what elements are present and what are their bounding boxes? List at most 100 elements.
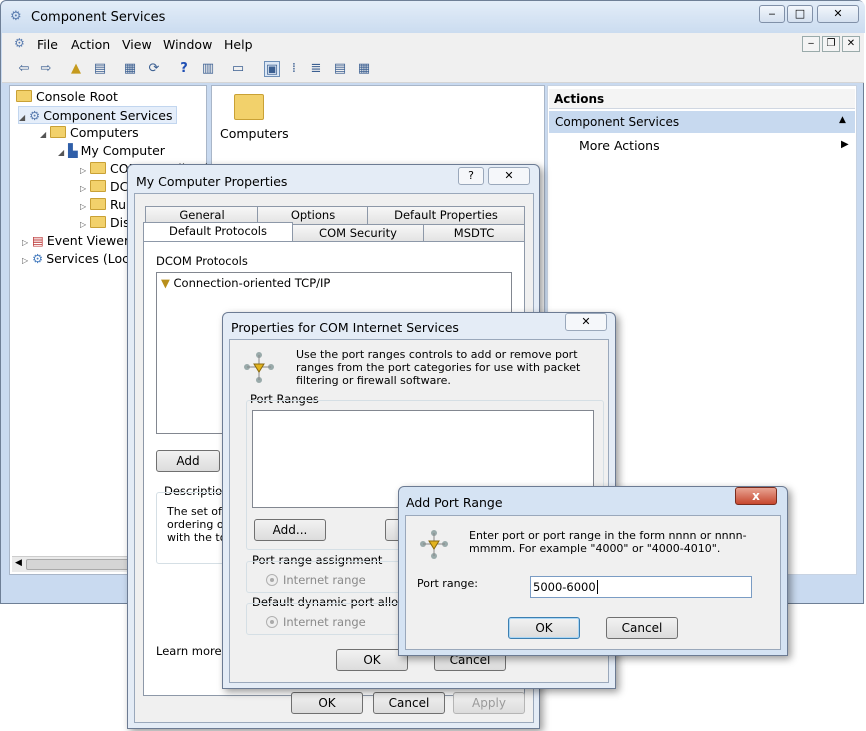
menu-file[interactable]: File bbox=[37, 37, 58, 52]
tab-msdtc[interactable]: MSDTC bbox=[423, 224, 525, 242]
cancel-button[interactable]: Cancel bbox=[373, 692, 445, 714]
network-icon: ▼ bbox=[161, 276, 170, 290]
gear-icon: ⚙ bbox=[32, 251, 44, 266]
grid-view-icon[interactable]: ▦ bbox=[356, 61, 372, 77]
tab-com-security[interactable]: COM Security bbox=[292, 224, 424, 242]
tree-label: My Computer bbox=[80, 143, 165, 158]
protocol-label: Connection-oriented TCP/IP bbox=[173, 276, 331, 290]
expanded-arrow-icon: ◢ bbox=[40, 130, 47, 139]
actions-selected-label: Component Services bbox=[555, 115, 680, 129]
text-cursor bbox=[596, 580, 598, 594]
actions-component-services[interactable]: Component Services ▲ bbox=[549, 111, 855, 133]
new-window-icon[interactable]: ▭ bbox=[230, 61, 246, 77]
dialog-title: My Computer Properties bbox=[136, 174, 288, 189]
properties-icon[interactable]: ▦ bbox=[122, 61, 138, 77]
action-pane-icon[interactable]: ▥ bbox=[200, 61, 216, 77]
radio-icon bbox=[266, 616, 278, 628]
close-button[interactable]: x bbox=[735, 487, 777, 505]
collapsed-arrow-icon: ▷ bbox=[22, 256, 29, 265]
help-icon[interactable]: ? bbox=[176, 61, 192, 77]
port-range-input[interactable]: 5000-6000 bbox=[530, 576, 752, 598]
tree-item-running[interactable]: ▷ Ru bbox=[80, 196, 126, 214]
dcom-protocols-label: DCOM Protocols bbox=[156, 254, 248, 268]
submenu-arrow-icon: ▶ bbox=[841, 139, 849, 150]
window-title: Component Services bbox=[31, 10, 166, 25]
help-button[interactable]: ? bbox=[458, 167, 484, 185]
event-viewer-icon: ▤ bbox=[32, 233, 44, 248]
tree-item-distributed[interactable]: ▷ Dis bbox=[80, 214, 130, 232]
maximize-button[interactable]: □ bbox=[787, 5, 813, 23]
dialog-title: Properties for COM Internet Services bbox=[231, 320, 459, 335]
refresh-icon[interactable]: ⟳ bbox=[146, 61, 162, 77]
folder-icon bbox=[90, 216, 106, 228]
menu-action[interactable]: Action bbox=[71, 37, 110, 52]
close-button[interactable]: ✕ bbox=[565, 313, 607, 331]
show-tree-icon[interactable]: ▤ bbox=[92, 61, 108, 77]
mdi-restore-button[interactable]: ❐ bbox=[822, 36, 840, 52]
instructions-text: Enter port or port range in the form nnn… bbox=[469, 529, 747, 555]
tab-default-protocols[interactable]: Default Protocols bbox=[143, 222, 293, 242]
menu-window[interactable]: Window bbox=[163, 37, 212, 52]
dialog-title: Add Port Range bbox=[406, 495, 503, 510]
ok-button[interactable]: OK bbox=[291, 692, 363, 714]
detail-view-icon[interactable]: ▤ bbox=[332, 61, 348, 77]
computers-folder-icon[interactable] bbox=[234, 94, 264, 120]
back-icon[interactable]: ⇦ bbox=[16, 61, 32, 77]
title-bar: ⚙ Component Services ‒ □ ✕ bbox=[1, 1, 865, 33]
tree-item-console-root[interactable]: Console Root bbox=[16, 88, 118, 106]
mdi-minimize-button[interactable]: ‒ bbox=[802, 36, 820, 52]
tree-item-services[interactable]: ▷ ⚙ Services (Loca bbox=[22, 250, 137, 268]
dynamic-radio[interactable]: Internet range bbox=[266, 615, 366, 629]
scroll-left-icon[interactable]: ◀ bbox=[15, 558, 22, 568]
expanded-arrow-icon: ◢ bbox=[58, 148, 65, 157]
tree-label: DC bbox=[110, 179, 129, 194]
actions-header: Actions bbox=[549, 89, 855, 109]
close-button[interactable]: ✕ bbox=[817, 5, 859, 23]
folder-icon bbox=[90, 180, 106, 192]
dialog-body: Enter port or port range in the form nnn… bbox=[405, 515, 781, 650]
large-icons-icon[interactable]: ▣ bbox=[264, 61, 280, 77]
cancel-button[interactable]: Cancel bbox=[606, 617, 678, 639]
assignment-radio[interactable]: Internet range bbox=[266, 573, 366, 587]
minimize-button[interactable]: ‒ bbox=[759, 5, 785, 23]
folder-icon bbox=[90, 162, 106, 174]
mdi-close-button[interactable]: ✕ bbox=[842, 36, 860, 52]
tree-item-dcom[interactable]: ▷ DC bbox=[80, 178, 128, 196]
folder-icon bbox=[16, 90, 32, 102]
list-view-icon[interactable]: ≣ bbox=[308, 61, 324, 77]
close-button[interactable]: ✕ bbox=[488, 167, 530, 185]
tab-default-properties[interactable]: Default Properties bbox=[367, 206, 525, 224]
small-icons-icon[interactable]: ⁞ bbox=[286, 61, 302, 77]
menu-bar: ⚙ File Action View Window Help ‒ ❐ ✕ bbox=[2, 33, 864, 55]
ok-button[interactable]: OK bbox=[508, 617, 580, 639]
toolbar: ⇦ ⇨ ▲ ▤ ▦ ⟳ ? ▥ ▭ ▣ ⁞ ≣ ▤ ▦ bbox=[2, 55, 864, 83]
computer-icon: ▙ bbox=[68, 143, 78, 158]
protocol-item[interactable]: ▼ Connection-oriented TCP/IP bbox=[161, 276, 330, 290]
folder-icon bbox=[90, 198, 106, 210]
computers-item-label[interactable]: Computers bbox=[220, 126, 289, 141]
tree-label: Services (Loca bbox=[46, 251, 137, 266]
apply-button[interactable]: Apply bbox=[453, 692, 525, 714]
component-services-icon: ⚙ bbox=[29, 108, 41, 123]
expanded-arrow-icon: ◢ bbox=[19, 113, 26, 122]
add-protocol-button[interactable]: Add bbox=[156, 450, 220, 472]
more-actions-item[interactable]: More Actions ▶ bbox=[579, 138, 849, 153]
collapse-arrow-icon[interactable]: ▲ bbox=[839, 115, 846, 125]
menu-help[interactable]: Help bbox=[224, 37, 253, 52]
tree-item-component-services[interactable]: ◢ ⚙ Component Services bbox=[18, 106, 178, 124]
tree-label: Computers bbox=[70, 125, 139, 140]
tree-item-event-viewer[interactable]: ▷ ▤ Event Viewer ( bbox=[22, 232, 138, 250]
menu-view[interactable]: View bbox=[122, 37, 152, 52]
up-folder-icon[interactable]: ▲ bbox=[68, 61, 84, 77]
forward-icon[interactable]: ⇨ bbox=[38, 61, 54, 77]
radio-label: Internet range bbox=[283, 615, 366, 629]
tree-item-computers[interactable]: ◢ Computers bbox=[40, 124, 139, 142]
info-text: Use the port ranges controls to add or r… bbox=[296, 348, 581, 387]
radio-icon bbox=[266, 574, 278, 586]
port-range-value: 5000-6000 bbox=[533, 580, 596, 594]
network-icon bbox=[420, 530, 448, 559]
tree-label: Console Root bbox=[36, 89, 118, 104]
add-port-range-button[interactable]: Add... bbox=[254, 519, 326, 541]
tree-item-my-computer[interactable]: ◢ ▙ My Computer bbox=[58, 142, 165, 160]
tree-label: Event Viewer ( bbox=[46, 233, 138, 248]
